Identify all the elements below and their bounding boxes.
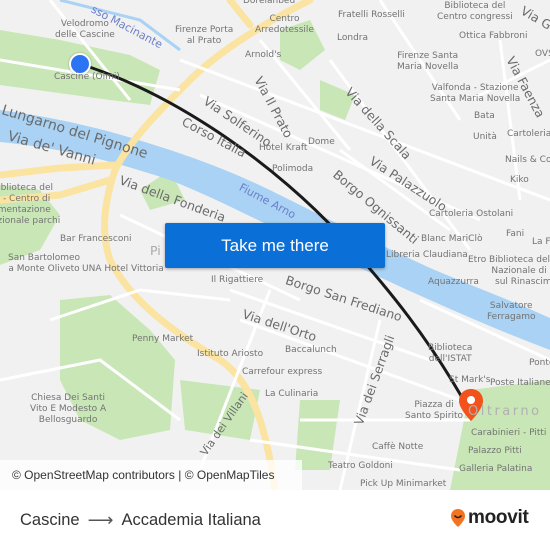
- poi-label: San Bartolomeo a Monte Oliveto: [8, 253, 81, 274]
- poi-label: Ottica Fabbroni: [459, 31, 528, 41]
- route-title: Cascine ⟶ Accademia Italiana: [20, 510, 261, 531]
- poi-label: Cartoleria: [507, 129, 550, 139]
- map-attribution[interactable]: © OpenStreetMap contributors | © OpenMap…: [0, 460, 302, 490]
- poi-label: Galleria Palatina: [459, 464, 533, 474]
- moovit-wordmark: moovit: [468, 507, 529, 528]
- poi-label: Dome: [308, 137, 335, 147]
- poi-label: Biblioteca dell'ISTAT: [428, 343, 473, 364]
- destination-name: Accademia Italiana: [121, 511, 261, 529]
- poi-label: Chiesa Dei Santi Vito E Modesto A Bellos…: [30, 393, 107, 425]
- poi-label: Kiko: [510, 175, 529, 185]
- poi-label: Londra: [337, 33, 368, 43]
- poi-label: Fratelli Rosselli: [338, 10, 405, 20]
- poi-label: Dorelanbed: [243, 0, 296, 6]
- poi-label: Velodromo delle Cascine: [55, 19, 115, 40]
- poi-label: Ponte: [529, 358, 550, 368]
- poi-label: Pick Up Minimarket: [360, 479, 447, 489]
- poi-label: Istituto Ariosto: [197, 349, 264, 359]
- poi-label: Etro: [468, 255, 487, 265]
- poi-label: Fani: [506, 229, 525, 239]
- poi-label: Biblioteca del Centro congressi: [437, 1, 513, 22]
- poi-label: Aquazzurra: [428, 277, 479, 287]
- poi-label: Arnold's: [245, 50, 282, 60]
- poi-label: Salvatore Ferragamo: [487, 301, 536, 322]
- poi-label: Centro Arredotessile: [255, 14, 314, 35]
- poi-label: Libreria Claudiana: [386, 250, 468, 260]
- poi-label: Piazza di Santo Spirito: [405, 400, 463, 421]
- poi-label: Biblioteca dell'I Nazionale di S sul Rin…: [489, 255, 550, 287]
- poi-label: Palazzo Pitti: [468, 446, 522, 456]
- poi-label: Valfonda - Stazione Santa Maria Novella: [430, 83, 521, 104]
- poi-label: Nails & Co: [505, 155, 550, 165]
- take-me-there-button[interactable]: Take me there: [165, 223, 385, 268]
- poi-label: Blanc MariClò: [421, 234, 483, 244]
- poi-label: Penny Market: [132, 334, 194, 344]
- arrow-right-icon: ⟶: [87, 510, 114, 530]
- moovit-logo[interactable]: moovit: [450, 507, 529, 529]
- poi-label: Baccalunch: [285, 345, 337, 355]
- poi-label: Carabinieri - Pitti: [471, 428, 547, 438]
- poi-label: Il Rigattiere: [211, 275, 264, 285]
- poi-label: Polimoda: [272, 164, 314, 174]
- poi-label: Firenze Porta al Prato: [175, 25, 234, 46]
- poi-label: La Fe: [532, 237, 550, 247]
- poi-label: Cartoleria Ostolani: [429, 209, 514, 219]
- map-view[interactable]: Oltrarno Lungarno del Pignone Via de' Va…: [0, 0, 550, 490]
- poi-label: Hotel Kraft: [259, 143, 308, 153]
- poi-label: La Culinaria: [265, 389, 319, 399]
- origin-name: Cascine: [20, 511, 80, 529]
- poi-label: Cascine (Olmi): [54, 72, 120, 82]
- moovit-pin-icon: [451, 509, 465, 527]
- poi-label: St Mark's: [449, 375, 491, 385]
- poi-label: OVS: [535, 49, 550, 59]
- poi-label: Bata: [474, 111, 495, 121]
- poi-label: Firenze Santa Maria Novella: [397, 51, 459, 72]
- poi-label: Teatro Goldoni: [328, 461, 393, 471]
- piazza-label-partial: Pi: [150, 243, 161, 258]
- poi-label: Bar Francesconi: [60, 234, 132, 244]
- poi-label: Carrefour express: [242, 367, 323, 377]
- poi-label: Poste Italiane: [490, 378, 550, 388]
- poi-label: Biblioteca del IP - Centro di umentazion…: [0, 183, 61, 226]
- poi-label: Caffè Notte: [372, 442, 424, 452]
- district-label: Oltrarno: [468, 404, 542, 419]
- poi-label: UNA Hotel Vittoria: [82, 264, 164, 274]
- poi-label: Unità: [473, 132, 497, 142]
